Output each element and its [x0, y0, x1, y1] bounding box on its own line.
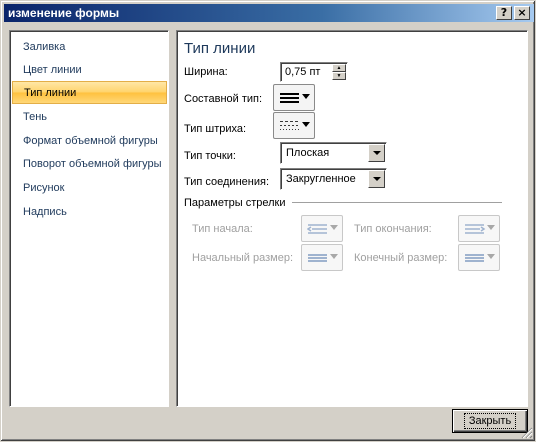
arrow-begin-icon — [307, 224, 327, 234]
chevron-down-icon — [487, 225, 495, 230]
join-type-select[interactable]: Закругленное — [280, 168, 387, 190]
end-type-dropdown[interactable] — [458, 215, 500, 242]
sidebar-item-shadow[interactable]: Тень — [12, 106, 167, 129]
width-value: 0,75 пт — [285, 66, 321, 78]
chevron-down-icon — [330, 254, 338, 259]
begin-type-dropdown[interactable] — [301, 215, 343, 242]
close-button-label: Закрыть — [463, 413, 517, 429]
sidebar-item-line-style[interactable]: Тип линии — [12, 81, 167, 104]
end-type-label: Тип окончания: — [354, 223, 432, 235]
sidebar-item-picture[interactable]: Рисунок — [12, 177, 167, 200]
begin-size-dropdown[interactable] — [301, 244, 343, 271]
chevron-down-icon — [330, 225, 338, 230]
width-spinner[interactable]: 0,75 пт ▲ ▼ — [280, 62, 348, 82]
compound-type-label: Составной тип: — [184, 93, 263, 105]
dropdown-arrow-icon[interactable] — [368, 170, 385, 188]
arrow-size-icon — [465, 254, 484, 262]
cap-type-select[interactable]: Плоская — [280, 142, 387, 164]
chevron-down-icon — [302, 122, 310, 127]
category-list: Заливка Цвет линии Тип линии Тень Формат… — [9, 30, 169, 407]
compound-type-dropdown[interactable] — [273, 84, 315, 111]
end-size-label: Конечный размер: — [354, 252, 448, 264]
begin-type-label: Тип начала: — [192, 223, 253, 235]
dash-lines-icon — [280, 121, 299, 130]
dash-type-dropdown[interactable] — [273, 112, 315, 139]
title-bar[interactable]: изменение формы ? × — [4, 4, 534, 22]
dialog-window: изменение формы ? × Заливка Цвет линии Т… — [0, 0, 536, 442]
compound-lines-icon — [280, 93, 299, 103]
section-title: Тип линии — [184, 40, 256, 57]
close-window-button[interactable]: × — [514, 6, 530, 20]
chevron-down-icon — [302, 94, 310, 99]
dash-type-label: Тип штриха: — [184, 123, 247, 135]
help-button[interactable]: ? — [496, 6, 512, 20]
join-type-value: Закругленное — [286, 173, 356, 185]
arrow-end-icon — [465, 224, 486, 234]
width-label: Ширина: — [184, 66, 228, 78]
dropdown-arrow-icon[interactable] — [368, 144, 385, 162]
settings-panel: Тип линии Ширина: 0,75 пт ▲ ▼ Составной … — [176, 30, 528, 407]
sidebar-item-text-box[interactable]: Надпись — [12, 201, 167, 224]
arrow-size-icon — [308, 254, 327, 262]
sidebar-item-3d-format[interactable]: Формат объемной фигуры — [12, 130, 167, 153]
end-size-dropdown[interactable] — [458, 244, 500, 271]
sidebar-item-fill[interactable]: Заливка — [12, 36, 167, 59]
group-divider — [292, 202, 502, 204]
join-type-label: Тип соединения: — [184, 176, 269, 188]
spin-up-icon[interactable]: ▲ — [332, 64, 346, 72]
cap-type-value: Плоская — [286, 147, 330, 159]
sidebar-item-line-color[interactable]: Цвет линии — [12, 59, 167, 82]
window-title: изменение формы — [8, 6, 120, 20]
chevron-down-icon — [487, 254, 495, 259]
sidebar-item-3d-rotation[interactable]: Поворот объемной фигуры — [12, 153, 167, 176]
resize-grip-icon[interactable] — [521, 427, 533, 439]
cap-type-label: Тип точки: — [184, 150, 236, 162]
arrow-settings-label: Параметры стрелки — [184, 197, 286, 209]
spin-down-icon[interactable]: ▼ — [332, 72, 346, 80]
close-button[interactable]: Закрыть — [452, 409, 528, 433]
begin-size-label: Начальный размер: — [192, 252, 294, 264]
